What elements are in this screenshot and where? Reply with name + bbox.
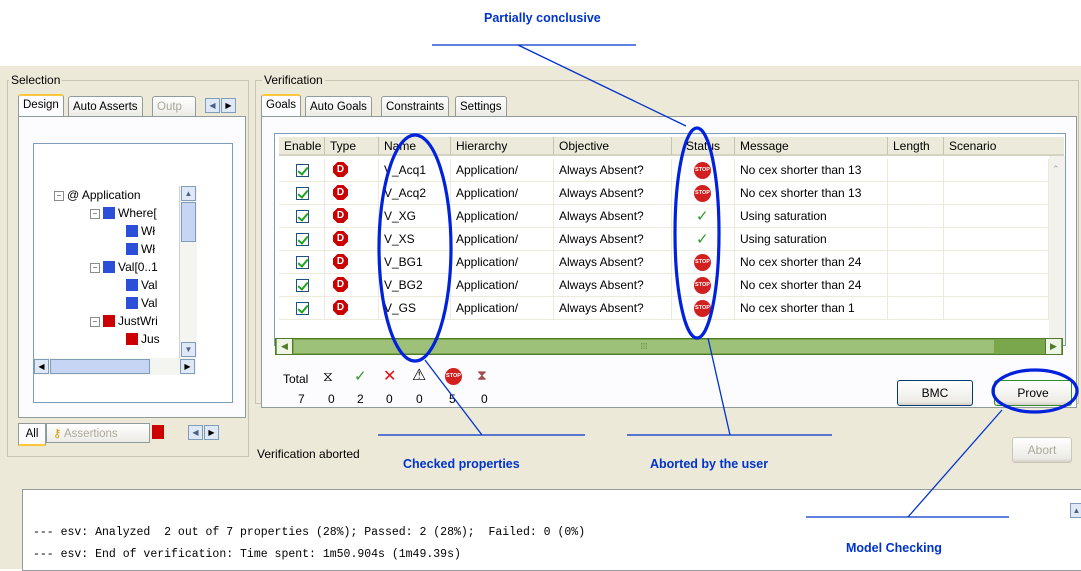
annotation-ellipse-status-column — [673, 126, 721, 340]
annotation-ellipse-prove-button — [991, 368, 1079, 414]
annotation-leader-line — [517, 44, 687, 127]
annotation-leader-line — [707, 337, 731, 436]
annotation-leader-line — [424, 359, 483, 436]
annotation-leader-line — [907, 409, 1003, 518]
annotation-ellipse-name-column — [377, 133, 453, 363]
tab-goals[interactable]: Goals — [261, 94, 302, 116]
annotation-overlay — [377, 44, 1079, 518]
tab-design[interactable]: Design — [18, 94, 64, 116]
